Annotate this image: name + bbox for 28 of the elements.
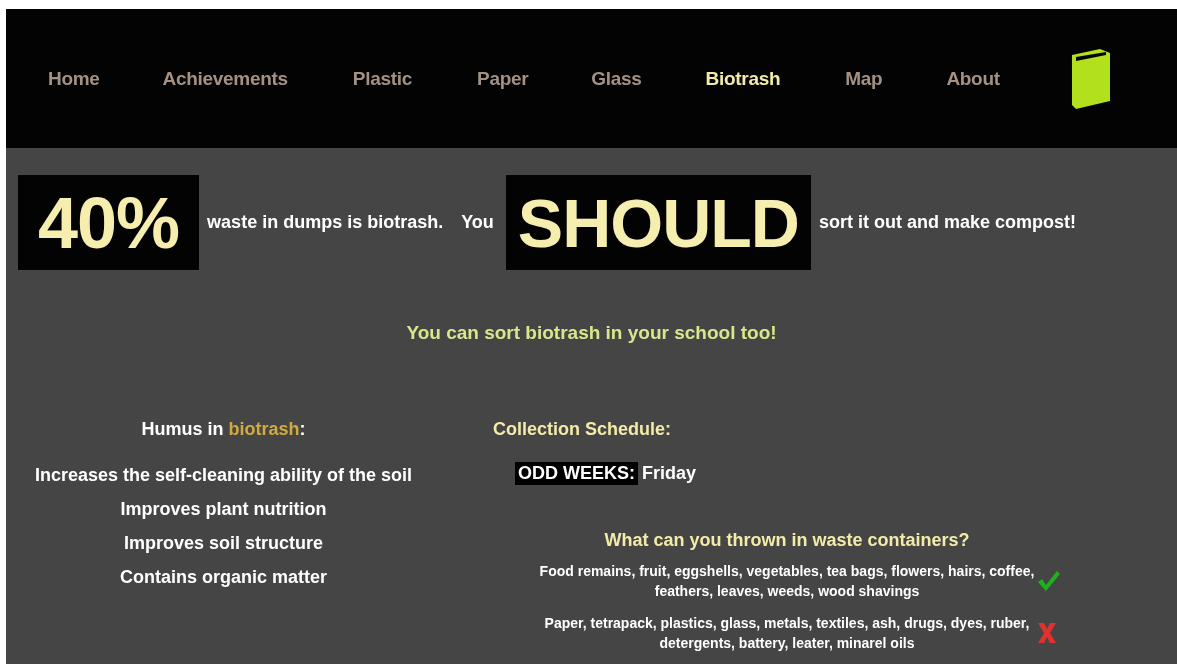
nav-link[interactable]: Biotrash [705, 67, 781, 90]
headline-text: sort it out and make compost! [818, 212, 1076, 233]
stat-box: 40% [18, 175, 200, 270]
tagline: You can sort biotrash in your school too! [405, 322, 778, 344]
book-icon[interactable] [1069, 48, 1112, 109]
nav-link[interactable]: Achievements [162, 67, 288, 90]
headline-text: waste in dumps is biotrash. [207, 212, 444, 233]
section-title: Humus in biotrash: [141, 419, 306, 440]
item-list-text: Food remains, fruit, eggshells, vegetables, tea bags, flowers, hairs, coffee, feathers, leaves, weeds, wood shavings [538, 562, 1036, 601]
item-list-text: Paper, tetrapack, plastics, glass, metals, textiles, ash, drugs, dyes, ruber, detergents, battery, leater, minarel oils [543, 614, 1031, 653]
section-title: Collection Schedule: [493, 419, 673, 440]
benefit-text: Improves plant nutrition [120, 499, 327, 520]
cross-icon [1037, 622, 1057, 644]
nav-link[interactable]: Glass [591, 67, 642, 90]
nav-link[interactable]: Home [48, 67, 100, 90]
nav-link[interactable]: About [946, 67, 1000, 90]
benefit-text: Contains organic matter [119, 567, 327, 588]
schedule-day: Friday [642, 463, 697, 484]
nav-link[interactable]: Map [845, 67, 883, 90]
benefit-text: Improves soil structure [123, 533, 324, 554]
nav-link[interactable]: Paper [477, 67, 529, 90]
check-icon [1037, 570, 1061, 592]
schedule-label: ODD WEEKS: [515, 462, 638, 485]
nav-link[interactable]: Plastic [352, 67, 412, 90]
section-title: What can you thrown in waste containers? [603, 530, 971, 551]
benefit-text: Increases the self-cleaning ability of the soil [34, 465, 413, 486]
emphasis-box: SHOULD [505, 175, 811, 270]
headline-text: You [461, 212, 494, 233]
